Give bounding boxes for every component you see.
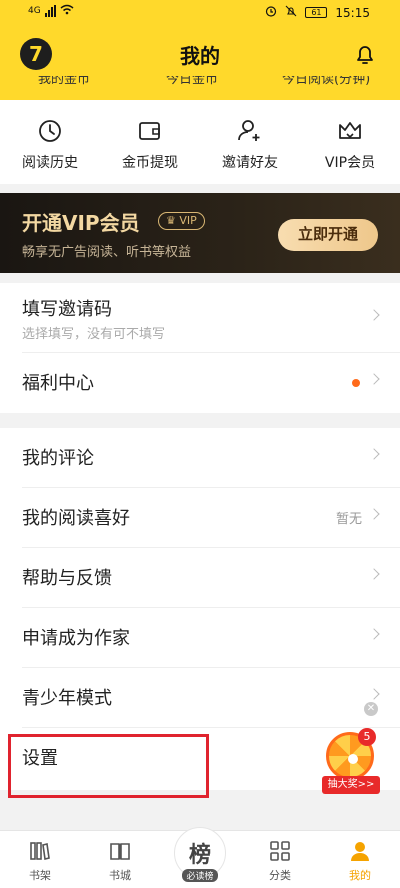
shortcut-label: 金币提现 <box>122 155 178 171</box>
shortcut-reading-history[interactable]: 阅读历史 <box>0 100 100 184</box>
vip-subtitle: 畅享无广告阅读、听书等权益 <box>22 245 192 260</box>
chevron-right-icon <box>368 628 380 640</box>
vip-title: 开通VIP会员 <box>22 211 140 235</box>
list-item-welfare-center[interactable]: 福利中心 <box>22 353 400 413</box>
lottery-label: 抽大奖>> <box>322 776 380 794</box>
lottery-widget[interactable]: 5 抽大奖>> <box>322 728 380 794</box>
stat-today-coins[interactable]: 今日金币 <box>166 76 218 87</box>
wallet-icon <box>139 122 160 140</box>
add-user-icon <box>238 120 260 141</box>
nav-label: 书城 <box>109 869 131 882</box>
row-label: 青少年模式 <box>22 688 112 709</box>
nav-mine[interactable]: 我的 <box>320 831 400 888</box>
stat-today-reading[interactable]: 今日阅读(分钟) <box>282 76 370 87</box>
status-right: 61 15:15 <box>265 5 370 20</box>
row-value: 暂无 <box>335 512 362 527</box>
stats-row: 我的金币 今日金币 今日阅读(分钟) <box>0 76 400 100</box>
header-area: 4G 61 15:15 7 我的 我的金币 今日金币 今日阅读(分钟) <box>0 0 400 100</box>
settings-highlight-box <box>8 734 209 798</box>
nav-bookshelf[interactable]: 书架 <box>0 831 80 888</box>
shortcut-vip[interactable]: VIP会员 <box>300 100 400 184</box>
user-icon <box>351 842 369 861</box>
chevron-right-icon <box>368 448 380 460</box>
mute-icon <box>285 5 297 20</box>
shortcut-label: 邀请好友 <box>222 155 278 171</box>
grid-icon <box>270 841 290 861</box>
notification-dot <box>352 379 360 387</box>
row-label: 填写邀请码 <box>22 299 112 320</box>
list-item-my-comments[interactable]: 我的评论 <box>22 428 400 488</box>
shortcut-label: VIP会员 <box>324 155 376 171</box>
title-bar: 7 我的 <box>0 28 400 80</box>
nav-bookstore[interactable]: 书城 <box>80 831 160 888</box>
book-icon <box>110 843 130 860</box>
nav-label: 我的 <box>349 869 371 882</box>
row-label: 帮助与反馈 <box>22 568 112 589</box>
ranking-icon: 榜 <box>188 843 211 868</box>
chevron-right-icon <box>368 508 380 520</box>
row-label: 我的评论 <box>22 448 94 469</box>
close-icon[interactable]: ✕ <box>364 702 378 716</box>
list-item-become-author[interactable]: 申请成为作家 <box>22 608 400 668</box>
signal-icon <box>44 5 56 17</box>
status-bar: 4G 61 15:15 <box>0 0 400 28</box>
vip-badge: ♛ VIP <box>158 212 205 230</box>
clock-time: 15:15 <box>335 5 370 20</box>
open-vip-button[interactable]: 立即开通 <box>278 219 378 251</box>
nav-category[interactable]: 分类 <box>240 831 320 888</box>
shortcut-invite[interactable]: 邀请好友 <box>200 100 300 184</box>
row-label: 申请成为作家 <box>22 628 130 649</box>
signal-indicators: 4G <box>28 4 74 18</box>
nav-label: 分类 <box>269 869 291 882</box>
row-label: 我的阅读喜好 <box>22 508 130 529</box>
bookshelf-icon <box>30 842 50 860</box>
alarm-icon <box>265 5 277 20</box>
nav-label: 必读榜 <box>182 869 218 882</box>
list-group-invite: 填写邀请码 选择填写，没有可不填写 福利中心 <box>0 283 400 413</box>
nav-ranking[interactable]: 榜 必读榜 <box>160 827 240 888</box>
bottom-nav: 书架 书城 榜 必读榜 分类 我的 <box>0 827 400 888</box>
crown-icon <box>339 122 361 139</box>
crown-small-icon: ♛ <box>166 214 180 227</box>
shortcut-label: 阅读历史 <box>22 155 78 171</box>
chevron-right-icon <box>368 688 380 700</box>
row-hint: 选择填写，没有可不填写 <box>22 327 166 342</box>
list-item-reading-preference[interactable]: 我的阅读喜好 暂无 <box>22 488 400 548</box>
battery-icon: 61 <box>305 7 328 18</box>
shortcut-row: 阅读历史 金币提现 邀请好友 VIP会员 <box>0 100 400 184</box>
wheel-center <box>348 754 358 764</box>
row-label: 福利中心 <box>22 373 94 394</box>
network-label: 4G <box>28 6 41 16</box>
chevron-right-icon <box>368 309 380 321</box>
chevron-right-icon <box>368 373 380 385</box>
bell-icon[interactable] <box>354 42 376 66</box>
chevron-right-icon <box>368 568 380 580</box>
wifi-icon <box>60 4 74 18</box>
list-item-teen-mode[interactable]: 青少年模式 <box>22 668 400 728</box>
page-title: 我的 <box>180 44 220 68</box>
shortcut-withdraw[interactable]: 金币提现 <box>100 100 200 184</box>
lottery-count-badge: 5 <box>358 728 376 746</box>
list-item-help-feedback[interactable]: 帮助与反馈 <box>22 548 400 608</box>
vip-badge-text: VIP <box>179 214 197 227</box>
stat-my-coins[interactable]: 我的金币 <box>38 76 90 87</box>
list-item-invite-code[interactable]: 填写邀请码 选择填写，没有可不填写 <box>22 283 400 353</box>
clock-icon <box>39 120 61 142</box>
nav-label: 书架 <box>29 869 51 882</box>
